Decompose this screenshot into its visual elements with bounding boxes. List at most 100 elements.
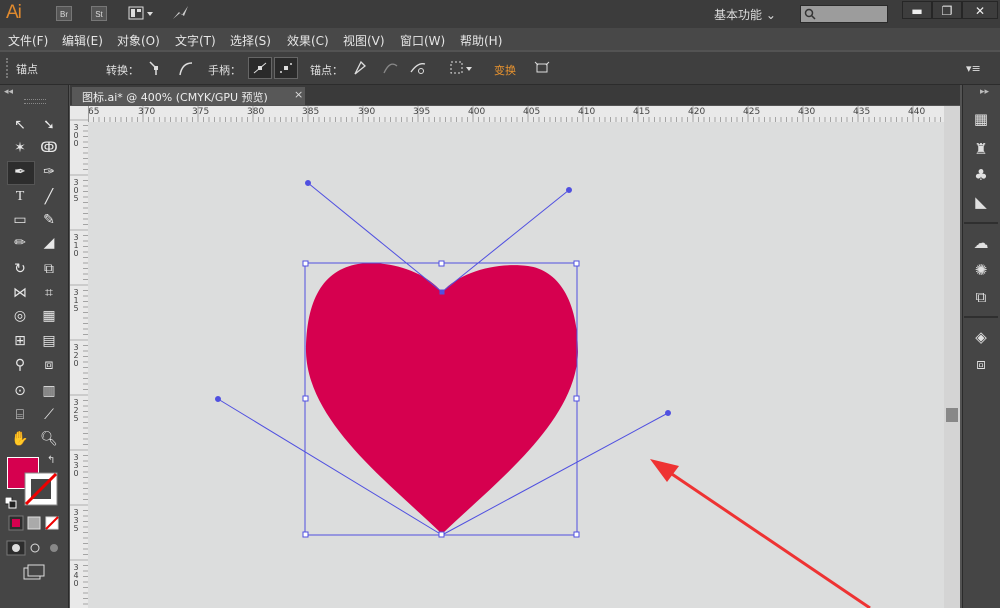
- shape-builder-tool-icon[interactable]: ◎: [9, 306, 31, 326]
- hide-handles-multiple-icon[interactable]: [274, 57, 298, 79]
- menu-help[interactable]: 帮助(H): [460, 32, 502, 49]
- ruler-tick-label: 400: [468, 107, 486, 117]
- perspective-grid-tool-icon[interactable]: ▦: [38, 306, 60, 326]
- ruler-tick-label: 435: [853, 107, 871, 117]
- ruler-tick-label: 325: [73, 398, 79, 423]
- menu-type[interactable]: 文字(T): [175, 32, 216, 49]
- artboards-icon[interactable]: ⧉: [970, 286, 992, 308]
- default-colors-icon[interactable]: [4, 494, 17, 509]
- graphic-styles-icon[interactable]: ◣: [970, 191, 992, 213]
- selection-tool-icon[interactable]: ↖: [9, 115, 31, 135]
- handle-point: [215, 396, 221, 402]
- artboard-tool-icon[interactable]: ⌸: [9, 405, 31, 425]
- swap-colors-icon[interactable]: ↰: [47, 455, 55, 466]
- workspace-label: 基本功能: [714, 8, 763, 22]
- rectangle-tool-icon[interactable]: ▭: [9, 210, 31, 230]
- eraser-tool-icon[interactable]: ◢: [38, 233, 60, 253]
- menu-object[interactable]: 对象(O): [117, 32, 160, 49]
- panel-separator: [964, 316, 998, 318]
- creative-cloud-libraries-icon[interactable]: ☁: [970, 232, 992, 254]
- expand-panels-icon[interactable]: ▸▸: [980, 87, 989, 97]
- menu-file[interactable]: 文件(F): [8, 32, 48, 49]
- column-graph-tool-icon[interactable]: ▥: [38, 381, 60, 401]
- menu-view[interactable]: 视图(V): [343, 32, 385, 49]
- screen-mode-icon[interactable]: [22, 563, 46, 581]
- slice-tool-icon[interactable]: ⟋: [38, 405, 60, 425]
- type-tool-icon[interactable]: T: [9, 187, 31, 207]
- pencil-tool-icon[interactable]: ✏: [9, 233, 31, 253]
- color-mode-buttons[interactable]: [8, 515, 66, 531]
- search-icon: [804, 8, 816, 20]
- free-transform-tool-icon[interactable]: ⌗: [38, 283, 60, 303]
- hand-tool-icon[interactable]: ✋: [9, 429, 31, 449]
- stock-icon[interactable]: St: [91, 6, 107, 21]
- paintbrush-tool-icon[interactable]: ✎: [38, 210, 60, 230]
- tab-close-icon[interactable]: ×: [294, 88, 303, 101]
- curvature-tool-icon[interactable]: ✑: [38, 162, 60, 182]
- bridge-icon[interactable]: Br: [56, 6, 72, 21]
- menu-effect[interactable]: 效果(C): [287, 32, 329, 49]
- stroke-color-swatch[interactable]: [24, 472, 58, 506]
- align-icon[interactable]: [532, 58, 552, 78]
- scrollbar-thumb[interactable]: [946, 408, 958, 422]
- symbols-icon[interactable]: ♣: [970, 164, 992, 186]
- workspace-switcher[interactable]: 基本功能 ⌄: [714, 6, 776, 23]
- panel-menu-icon[interactable]: ▾≡: [966, 62, 981, 75]
- gpu-performance-icon[interactable]: [170, 4, 190, 22]
- drawing-mode-buttons[interactable]: [6, 540, 66, 556]
- direct-selection-tool-icon[interactable]: ➘: [38, 115, 60, 135]
- vertical-scrollbar[interactable]: [944, 106, 960, 608]
- pen-tool-icon[interactable]: ✒: [9, 162, 31, 182]
- ruler-tick-label: 385: [302, 107, 320, 117]
- remove-anchor-icon[interactable]: [350, 58, 370, 78]
- panel-grip[interactable]: [24, 99, 46, 104]
- zoom-tool-icon[interactable]: 🔍︎: [38, 429, 60, 449]
- close-window-button[interactable]: ✕: [962, 1, 998, 19]
- eyedropper-tool-icon[interactable]: ⚲: [9, 355, 31, 375]
- gradient-tool-icon[interactable]: ▤: [38, 331, 60, 351]
- convert-to-corner-icon[interactable]: [146, 58, 166, 78]
- line-tool-icon[interactable]: ╱: [38, 187, 60, 207]
- lasso-tool-icon[interactable]: ↂ: [38, 138, 60, 158]
- ruler-tick-label: 305: [73, 178, 79, 203]
- scale-tool-icon[interactable]: ⧉: [38, 259, 60, 279]
- search-input[interactable]: [800, 5, 888, 23]
- swatches-icon[interactable]: ▦: [970, 108, 992, 130]
- width-tool-icon[interactable]: ⋈: [9, 283, 31, 303]
- ruler-tick-label: 440: [908, 107, 926, 117]
- menu-select[interactable]: 选择(S): [230, 32, 271, 49]
- show-handles-multiple-icon[interactable]: [248, 57, 272, 79]
- horizontal-ruler[interactable]: 65 370 375 380 385 390 395 400 405 410 4…: [88, 106, 944, 123]
- brushes-icon[interactable]: ♜: [970, 138, 992, 160]
- panel-grip[interactable]: [6, 58, 10, 78]
- arrange-documents-icon[interactable]: [128, 6, 154, 21]
- connect-endpoints-icon[interactable]: [380, 58, 400, 78]
- heart-shape: [306, 263, 578, 534]
- ruler-tick-label: 410: [578, 107, 596, 117]
- convert-to-smooth-icon[interactable]: [176, 58, 196, 78]
- isolate-icon[interactable]: [448, 58, 476, 78]
- transform-link[interactable]: 变换: [494, 62, 516, 78]
- artboard-canvas[interactable]: [88, 122, 944, 608]
- mesh-tool-icon[interactable]: ⊞: [9, 331, 31, 351]
- ruler-tick-label: 310: [73, 233, 79, 258]
- menu-edit[interactable]: 编辑(E): [62, 32, 103, 49]
- ruler-tick-label: 375: [192, 107, 210, 117]
- pathfinder-icon[interactable]: ⧈: [970, 353, 992, 375]
- ruler-tick-label: 420: [688, 107, 706, 117]
- cut-path-icon[interactable]: [408, 58, 428, 78]
- magic-wand-tool-icon[interactable]: ✶: [9, 138, 31, 158]
- rotate-tool-icon[interactable]: ↻: [9, 259, 31, 279]
- vertical-ruler[interactable]: 300 305 310 315 320 325 330 335 340: [70, 106, 89, 608]
- ruler-tick-label: 405: [523, 107, 541, 117]
- blend-tool-icon[interactable]: ⧈: [38, 355, 60, 375]
- layers-icon[interactable]: ◈: [970, 326, 992, 348]
- menu-window[interactable]: 窗口(W): [400, 32, 445, 49]
- collapse-panel-icon[interactable]: ◂◂: [4, 87, 13, 97]
- symbol-sprayer-tool-icon[interactable]: ⊙: [9, 381, 31, 401]
- minimize-button[interactable]: ▬: [902, 1, 932, 19]
- appearance-icon[interactable]: ✺: [970, 259, 992, 281]
- ruler-tick-label: 340: [73, 563, 79, 588]
- ruler-tick-label: 335: [73, 508, 79, 533]
- restore-button[interactable]: ❐: [932, 1, 962, 19]
